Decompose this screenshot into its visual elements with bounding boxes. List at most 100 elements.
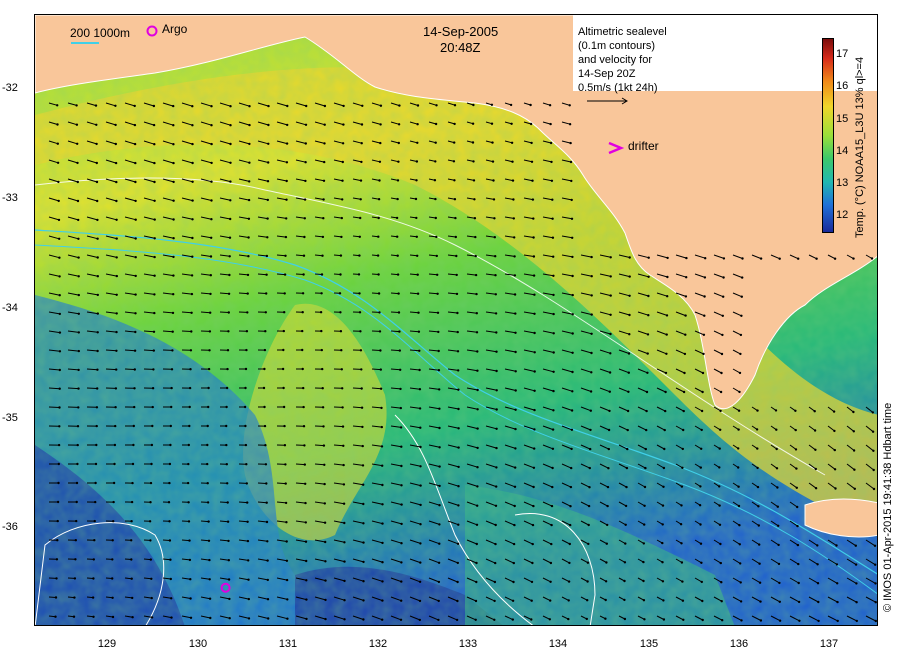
velocity-arrow-head bbox=[131, 462, 135, 466]
velocity-arrow-head bbox=[491, 141, 494, 144]
velocity-arrow bbox=[124, 349, 136, 352]
velocity-arrow-head bbox=[187, 443, 190, 447]
velocity-arrow bbox=[276, 273, 286, 276]
velocity-arrow-head bbox=[757, 505, 760, 508]
velocity-arrow-head bbox=[191, 105, 194, 108]
velocity-arrow-head bbox=[267, 123, 270, 127]
velocity-arrow-head bbox=[533, 351, 536, 354]
velocity-arrow-head bbox=[245, 330, 249, 333]
velocity-arrow-head bbox=[719, 542, 722, 546]
velocity-arrow-head bbox=[567, 599, 570, 602]
velocity-arrow-head bbox=[870, 257, 874, 260]
velocity-arrow-head bbox=[339, 273, 342, 276]
velocity-arrow-head bbox=[855, 601, 858, 604]
velocity-arrow-head bbox=[226, 501, 229, 504]
velocity-arrow-head bbox=[188, 386, 192, 390]
velocity-arrow-head bbox=[685, 276, 688, 279]
velocity-arrow-head bbox=[398, 349, 401, 352]
velocity-arrow-head bbox=[111, 539, 114, 542]
velocity-arrow-head bbox=[532, 274, 536, 277]
velocity-arrow-head bbox=[438, 446, 441, 449]
velocity-arrow-head bbox=[434, 141, 437, 144]
velocity-arrow-head bbox=[873, 544, 877, 547]
velocity-arrow-head bbox=[626, 409, 630, 413]
velocity-arrow-head bbox=[797, 562, 800, 566]
velocity-arrow-head bbox=[492, 179, 495, 182]
velocity-arrow-head bbox=[285, 521, 288, 524]
velocity-arrow-head bbox=[511, 599, 515, 602]
velocity-arrow-head bbox=[794, 428, 797, 432]
velocity-arrow-head bbox=[456, 350, 460, 353]
velocity-arrow-head bbox=[457, 369, 460, 372]
velocity-arrow-head bbox=[113, 462, 116, 466]
velocity-arrow-head bbox=[740, 314, 743, 317]
velocity-arrow-head bbox=[872, 449, 875, 452]
velocity-arrow-head bbox=[149, 501, 152, 504]
velocity-arrow-head bbox=[530, 141, 533, 145]
velocity-arrow-head bbox=[604, 580, 608, 583]
velocity-arrow-head bbox=[362, 541, 365, 544]
velocity-arrow-head bbox=[303, 444, 306, 447]
y-tick-label: -32 bbox=[2, 82, 18, 94]
velocity-arrow-head bbox=[207, 539, 211, 542]
velocity-arrow-head bbox=[399, 426, 403, 429]
velocity-arrow-head bbox=[718, 523, 722, 526]
velocity-arrow-head bbox=[589, 428, 592, 432]
velocity-arrow-head bbox=[874, 619, 877, 623]
velocity-arrow-head bbox=[681, 599, 685, 602]
velocity-arrow-head bbox=[510, 141, 514, 144]
velocity-arrow-head bbox=[208, 349, 211, 352]
velocity-arrow-head bbox=[77, 312, 80, 315]
velocity-arrow-head bbox=[93, 519, 96, 523]
velocity-arrow-head bbox=[285, 198, 288, 201]
velocity-arrow-head bbox=[133, 104, 136, 108]
velocity-arrow-head bbox=[794, 409, 797, 412]
velocity-arrow-head bbox=[550, 504, 554, 508]
velocity-arrow-head bbox=[56, 539, 59, 542]
velocity-arrow-head bbox=[438, 523, 441, 526]
velocity-arrow-head bbox=[701, 371, 705, 375]
velocity-arrow-head bbox=[833, 468, 837, 471]
velocity-arrow-head bbox=[377, 292, 381, 295]
velocity-arrow-head bbox=[131, 616, 134, 619]
velocity-arrow-head bbox=[284, 235, 288, 239]
velocity-arrow-head bbox=[96, 387, 99, 390]
velocity-arrow-head bbox=[852, 430, 855, 433]
velocity-arrow-head bbox=[324, 560, 327, 563]
velocity-arrow-head bbox=[775, 428, 778, 431]
velocity-arrow-head bbox=[381, 541, 384, 545]
velocity-arrow-head bbox=[436, 273, 439, 276]
velocity-arrow-head bbox=[417, 330, 421, 333]
velocity-arrow bbox=[257, 273, 267, 276]
velocity-arrow-head bbox=[531, 179, 534, 182]
velocity-arrow-head bbox=[495, 466, 498, 469]
velocity-arrow-head bbox=[570, 466, 573, 470]
velocity-arrow-head bbox=[228, 273, 231, 277]
velocity-arrow-head bbox=[418, 407, 422, 410]
velocity-arrow-head bbox=[96, 349, 99, 353]
velocity-arrow-head bbox=[415, 216, 418, 220]
velocity-arrow-head bbox=[776, 505, 779, 508]
velocity-arrow-head bbox=[210, 218, 213, 221]
velocity-arrow-head bbox=[530, 580, 534, 584]
velocity-arrow-head bbox=[570, 428, 574, 431]
velocity-arrow-head bbox=[58, 312, 61, 316]
velocity-arrow-head bbox=[396, 235, 399, 238]
velocity-arrow-head bbox=[514, 389, 517, 392]
velocity-arrow bbox=[219, 520, 229, 523]
velocity-arrow-head bbox=[666, 275, 669, 279]
velocity-arrow-head bbox=[661, 541, 664, 545]
velocity-arrow-head bbox=[304, 142, 307, 145]
velocity-arrow-head bbox=[339, 311, 342, 314]
velocity-arrow-head bbox=[362, 618, 365, 621]
velocity-arrow-head bbox=[134, 180, 137, 184]
credit-label: © IMOS 01-Apr-2015 19:41:38 Hdbart time bbox=[882, 402, 894, 612]
velocity-arrow-head bbox=[95, 406, 99, 409]
velocity-arrow-head bbox=[551, 447, 555, 450]
velocity-arrow-head bbox=[208, 597, 212, 600]
velocity-arrow-head bbox=[76, 180, 79, 184]
velocity-arrow-head bbox=[455, 273, 458, 277]
velocity-arrow-head bbox=[322, 179, 326, 182]
velocity-arrow-head bbox=[702, 352, 705, 356]
velocity-arrow-head bbox=[342, 463, 345, 467]
